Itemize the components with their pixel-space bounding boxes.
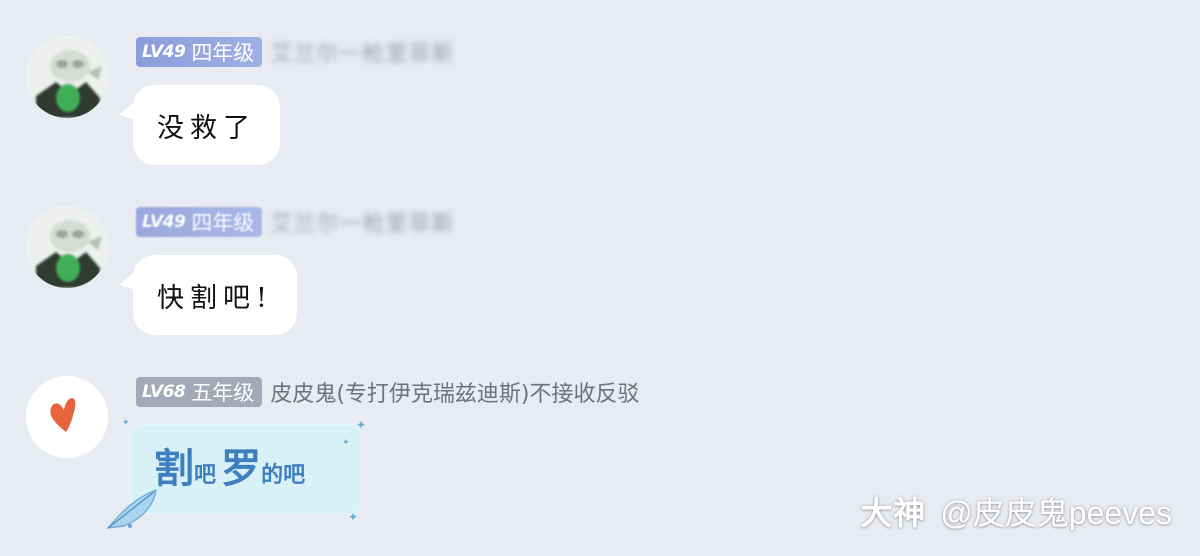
grade-label: 四年级 — [191, 41, 255, 65]
author-handle: @皮皮鬼peeves — [940, 495, 1172, 531]
level-number: LV49 — [142, 42, 186, 62]
level-badge: LV49 四年级 — [136, 207, 263, 237]
sparkle-icon: ✦ — [348, 510, 359, 524]
message-header: LV68 五年级 皮皮鬼(专打伊克瑞兹迪斯)不接收反驳 — [136, 375, 639, 409]
grade-label: 四年级 — [191, 211, 255, 235]
level-number: LV49 — [142, 212, 186, 232]
sparkle-icon: ✦ — [356, 418, 367, 432]
nickname[interactable]: 皮皮鬼(专打伊克瑞兹迪斯)不接收反驳 — [270, 376, 639, 408]
sticker-word: 罗 — [221, 445, 262, 492]
level-badge: LV49 四年级 — [136, 37, 263, 67]
user-avatar-icon — [26, 206, 108, 288]
sparkle-icon: ✦ — [122, 418, 130, 428]
chat-area: LV49 四年级 艾兰尔一枪里菲斯 没救了 LV49 四年级 艾兰尔一枪里菲斯 … — [0, 0, 1200, 556]
nickname[interactable]: 艾兰尔一枪里菲斯 — [270, 206, 454, 238]
message-text: 没救了 — [157, 112, 256, 144]
brand-logo: 大神 — [860, 495, 927, 531]
sticker-text: 割吧 罗的吧 — [154, 436, 305, 494]
sparkle-icon: ✦ — [342, 438, 350, 448]
heart-avatar-icon — [26, 376, 108, 458]
message-text: 快割吧! — [157, 282, 273, 314]
message-header: LV49 四年级 艾兰尔一枪里菲斯 — [136, 205, 454, 239]
message-header: LV49 四年级 艾兰尔一枪里菲斯 — [136, 35, 454, 69]
watermark: 大神 @皮皮鬼peeves — [860, 488, 1172, 534]
sticker-word: 割 — [154, 445, 194, 492]
level-badge: LV68 五年级 — [136, 377, 263, 407]
nickname[interactable]: 艾兰尔一枪里菲斯 — [270, 36, 454, 68]
user-avatar[interactable] — [26, 36, 108, 118]
message-bubble[interactable]: 没救了 — [133, 85, 280, 165]
level-number: LV68 — [142, 382, 186, 402]
sticker-word: 吧 — [194, 462, 217, 488]
feather-icon — [106, 489, 157, 529]
user-avatar-icon — [26, 36, 108, 118]
message-bubble[interactable]: 快割吧! — [133, 255, 297, 335]
sticker-message[interactable]: 割吧 罗的吧 ✦ ✦ ✦ ✦ — [106, 418, 366, 529]
user-avatar[interactable] — [26, 376, 108, 458]
user-avatar[interactable] — [26, 206, 108, 288]
grade-label: 五年级 — [191, 381, 255, 405]
sticker-word: 的吧 — [261, 462, 306, 488]
